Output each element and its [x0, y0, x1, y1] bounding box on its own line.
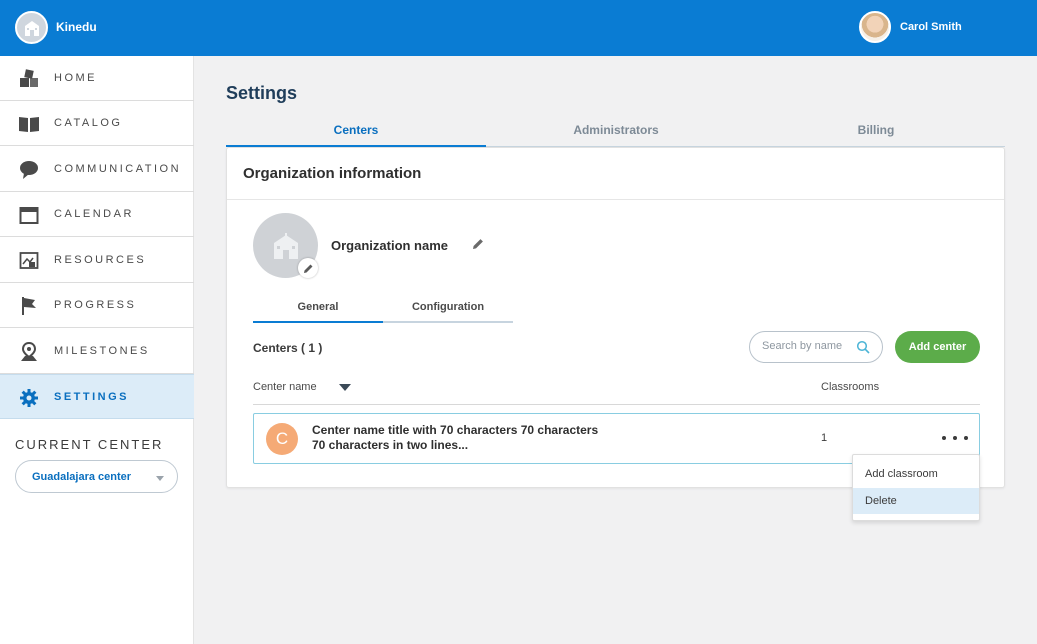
- sidebar-item-label: COMMUNICATION: [54, 163, 182, 175]
- menu-item-delete[interactable]: Delete: [853, 488, 979, 514]
- sidebar-item-home[interactable]: HOME: [0, 56, 194, 101]
- school-icon: [273, 232, 298, 259]
- sidebar-item-calendar[interactable]: CALENDAR: [0, 192, 194, 237]
- sidebar-item-resources[interactable]: RESOURCES: [0, 238, 194, 283]
- column-header-classrooms: Classrooms: [821, 381, 880, 393]
- map-pin-icon: [18, 341, 40, 363]
- resources-icon: [18, 250, 40, 272]
- menu-item-add-classroom[interactable]: Add classroom: [853, 461, 979, 487]
- dot: [942, 436, 946, 440]
- sidebar-item-catalog[interactable]: CATALOG: [0, 101, 194, 146]
- settings-tabs: Centers Administrators Billing: [226, 115, 1005, 147]
- current-center-select[interactable]: Guadalajara center: [15, 460, 178, 493]
- sidebar-item-milestones[interactable]: MILESTONES: [0, 329, 194, 374]
- top-bar: Kinedu Carol Smith: [0, 0, 1037, 56]
- subtab-general[interactable]: General: [253, 296, 383, 323]
- row-actions-menu: Add classroom Delete: [852, 454, 980, 521]
- pencil-icon: [473, 239, 483, 249]
- search-field[interactable]: [749, 331, 883, 363]
- add-center-button[interactable]: Add center: [895, 331, 980, 363]
- user-avatar[interactable]: [859, 11, 891, 43]
- user-name[interactable]: Carol Smith: [900, 21, 962, 33]
- sidebar-item-label: SETTINGS: [54, 390, 130, 403]
- dot: [953, 436, 957, 440]
- edit-org-name-button[interactable]: [471, 237, 487, 253]
- subtab-configuration[interactable]: Configuration: [383, 296, 513, 323]
- centers-count: Centers ( 1 ): [253, 341, 323, 355]
- page-title: Settings: [226, 83, 298, 103]
- tab-administrators[interactable]: Administrators: [486, 115, 746, 147]
- sort-down-icon[interactable]: [339, 384, 351, 391]
- org-name: Organization name: [331, 238, 449, 253]
- sidebar-item-label: HOME: [54, 72, 97, 84]
- blocks-icon: [18, 68, 40, 90]
- center-classrooms-count: 1: [821, 432, 828, 444]
- org-subtabs: General Configuration: [253, 296, 513, 323]
- column-header-center-name[interactable]: Center name: [253, 381, 317, 393]
- brand-logo[interactable]: [15, 11, 48, 44]
- flag-icon: [18, 295, 40, 317]
- sidebar-item-settings[interactable]: SETTINGS: [0, 374, 194, 419]
- sidebar-item-label: CATALOG: [54, 117, 123, 129]
- tab-centers[interactable]: Centers: [226, 115, 486, 147]
- sidebar-item-label: MILESTONES: [54, 345, 150, 357]
- sidebar-item-label: PROGRESS: [54, 299, 137, 311]
- divider: [227, 199, 1004, 200]
- more-options-button[interactable]: [942, 430, 968, 446]
- current-center-value: Guadalajara center: [32, 471, 132, 483]
- calendar-icon: [18, 204, 40, 226]
- center-name: Center name title with 70 characters 70 …: [312, 423, 599, 452]
- organization-card: Organization information Organization na…: [226, 147, 1005, 488]
- sidebar: HOME CATALOG COMMUNICATION CALENDAR RESO…: [0, 56, 194, 644]
- gear-icon: [18, 387, 40, 409]
- card-title: Organization information: [243, 165, 422, 182]
- search-input[interactable]: [762, 340, 852, 352]
- chevron-down-icon: [156, 476, 164, 481]
- sidebar-item-label: CALENDAR: [54, 208, 134, 220]
- chat-bubble-icon: [18, 159, 40, 181]
- center-avatar: C: [266, 423, 298, 455]
- search-icon: [856, 340, 870, 354]
- pencil-icon: [303, 264, 312, 273]
- sidebar-item-label: RESOURCES: [54, 254, 147, 266]
- sidebar-item-progress[interactable]: PROGRESS: [0, 283, 194, 328]
- school-icon: [24, 20, 39, 36]
- current-center-label: CURRENT CENTER: [15, 437, 164, 452]
- dot: [964, 436, 968, 440]
- brand-name: Kinedu: [56, 20, 97, 34]
- divider: [253, 404, 980, 405]
- book-icon: [18, 113, 40, 135]
- tab-billing[interactable]: Billing: [746, 115, 1006, 147]
- edit-avatar-button[interactable]: [298, 258, 318, 278]
- sidebar-item-communication[interactable]: COMMUNICATION: [0, 147, 194, 192]
